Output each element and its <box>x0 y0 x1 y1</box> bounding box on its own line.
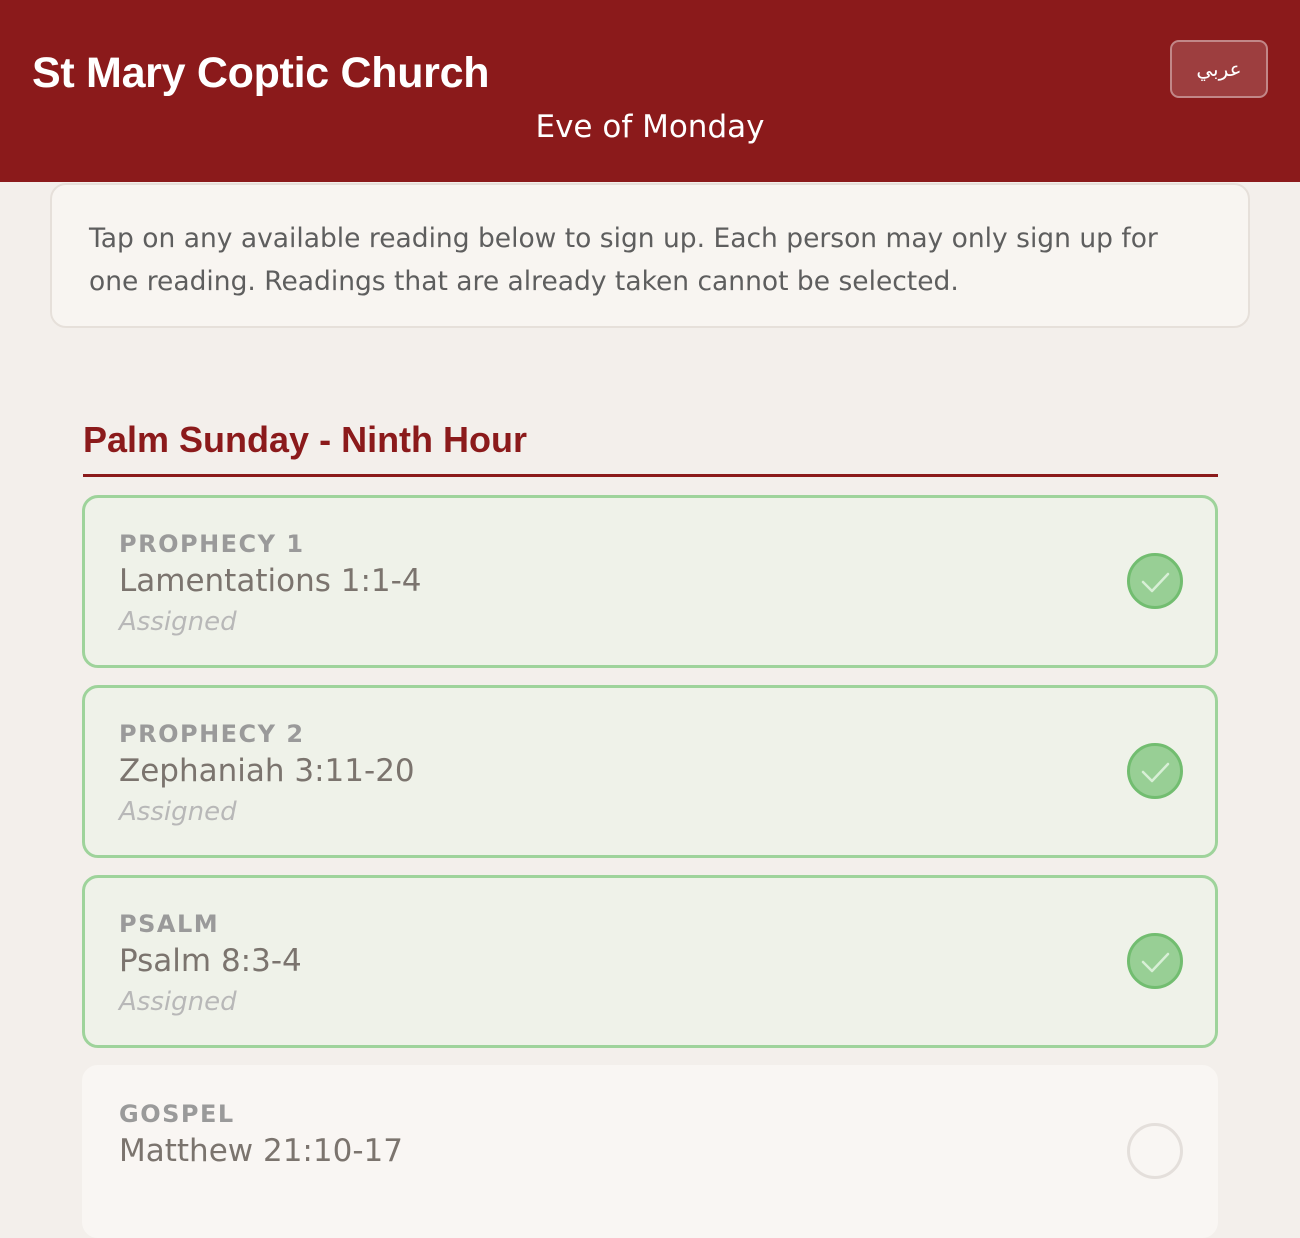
reading-status: Assigned <box>119 607 237 637</box>
section-divider <box>83 474 1218 477</box>
reading-status: Assigned <box>119 987 237 1017</box>
instructions-box: Tap on any available reading below to si… <box>50 183 1250 328</box>
language-toggle-button[interactable]: عربي <box>1170 40 1268 98</box>
check-circle-icon <box>1127 553 1183 609</box>
reading-status: Assigned <box>119 797 237 827</box>
empty-circle-icon <box>1127 1123 1183 1179</box>
reading-label: PROPHECY 2 <box>119 720 305 748</box>
reading-card-prophecy-1[interactable]: PROPHECY 1 Lamentations 1:1-4 Assigned <box>82 495 1218 668</box>
church-name: St Mary Coptic Church <box>32 49 490 97</box>
reading-label: PSALM <box>119 910 220 938</box>
reading-label: GOSPEL <box>119 1100 235 1128</box>
service-subtitle: Eve of Monday <box>535 109 765 145</box>
app-header: St Mary Coptic Church Eve of Monday عربي <box>0 0 1300 182</box>
instructions-text: Tap on any available reading below to si… <box>89 223 1158 297</box>
reading-reference: Lamentations 1:1-4 <box>119 563 422 599</box>
reading-reference: Matthew 21:10-17 <box>119 1133 403 1169</box>
reading-reference: Zephaniah 3:11-20 <box>119 753 415 789</box>
reading-label: PROPHECY 1 <box>119 530 305 558</box>
section-title: Palm Sunday - Ninth Hour <box>83 419 528 460</box>
check-circle-icon <box>1127 933 1183 989</box>
reading-card-gospel[interactable]: GOSPEL Matthew 21:10-17 <box>82 1065 1218 1238</box>
reading-card-prophecy-2[interactable]: PROPHECY 2 Zephaniah 3:11-20 Assigned <box>82 685 1218 858</box>
reading-card-psalm[interactable]: PSALM Psalm 8:3-4 Assigned <box>82 875 1218 1048</box>
check-circle-icon <box>1127 743 1183 799</box>
reading-reference: Psalm 8:3-4 <box>119 943 302 979</box>
